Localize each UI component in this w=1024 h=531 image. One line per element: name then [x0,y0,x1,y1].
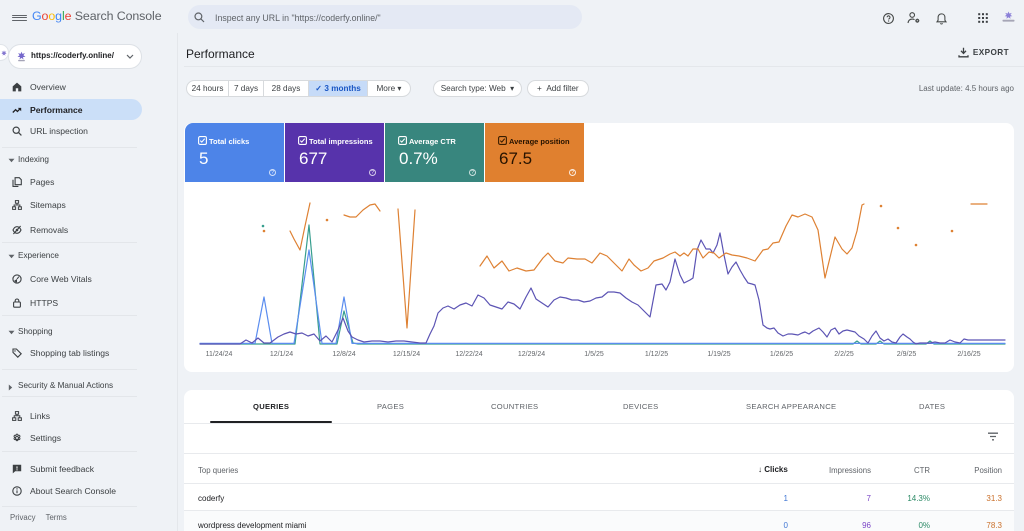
svg-text:1/19/25: 1/19/25 [707,351,730,358]
svg-text:1/12/25: 1/12/25 [645,351,668,358]
svg-text:12/29/24: 12/29/24 [518,351,545,358]
svg-text:1/26/25: 1/26/25 [770,351,793,358]
svg-text:2/16/25: 2/16/25 [957,351,980,358]
svg-text:12/8/24: 12/8/24 [332,351,355,358]
svg-text:11/24/24: 11/24/24 [206,351,233,358]
svg-text:12/15/24: 12/15/24 [393,351,420,358]
svg-text:12/22/24: 12/22/24 [455,351,482,358]
svg-text:2/2/25: 2/2/25 [834,351,854,358]
svg-text:12/1/24: 12/1/24 [270,351,293,358]
svg-text:1/5/25: 1/5/25 [584,351,604,358]
svg-text:2/9/25: 2/9/25 [897,351,917,358]
